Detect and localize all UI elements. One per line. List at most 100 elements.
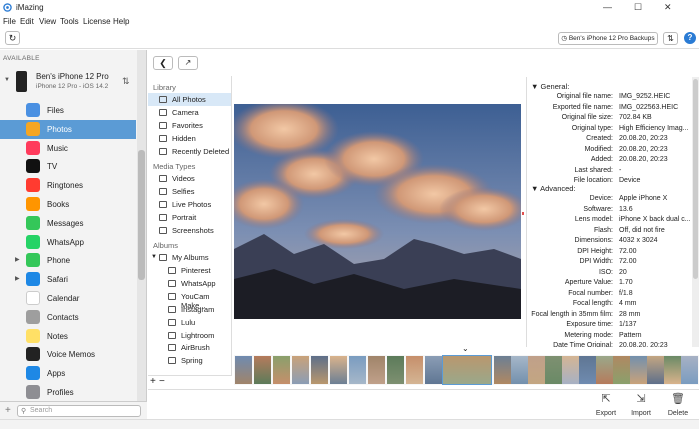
info-key: Metering mode: xyxy=(564,331,613,339)
add-album-icon[interactable]: + xyxy=(150,376,156,387)
library-item-favorites[interactable]: Favorites xyxy=(148,119,231,132)
sidebar-item-apps[interactable]: Apps xyxy=(0,364,136,383)
sidebar-item-notes[interactable]: Notes xyxy=(0,327,136,346)
fullscreen-button[interactable]: ↗ xyxy=(178,56,198,70)
remove-album-icon[interactable]: − xyxy=(159,376,165,387)
media-item-selfies[interactable]: Selfies xyxy=(148,185,231,198)
album-collapse-icon[interactable]: ▼ xyxy=(151,254,157,260)
device-item[interactable]: ▼ Ben's iPhone 12 Pro iPhone 12 Pro - iO… xyxy=(0,67,136,97)
album-item-instagram[interactable]: Instagram xyxy=(148,303,231,316)
media-item-portrait[interactable]: Portrait xyxy=(148,211,231,224)
refresh-button[interactable]: ↻ xyxy=(5,31,20,45)
library-item-hidden[interactable]: Hidden xyxy=(148,132,231,145)
my-albums-item[interactable]: ▼ My Albums xyxy=(148,251,231,264)
photo-thumbnail[interactable] xyxy=(511,356,528,384)
info-scrollbar[interactable] xyxy=(692,77,699,347)
delete-button[interactable]: 🗑 Delete xyxy=(661,392,695,417)
expand-arrow-icon[interactable]: ▶ xyxy=(15,256,20,263)
menu-view[interactable]: View xyxy=(39,17,56,26)
photo-thumbnail[interactable] xyxy=(387,356,404,384)
album-item-whatsapp[interactable]: WhatsApp xyxy=(148,277,231,290)
import-button[interactable]: ⇲ Import xyxy=(624,392,658,417)
photo-thumbnail[interactable] xyxy=(368,356,385,384)
menu-file[interactable]: File xyxy=(3,17,16,26)
photo-thumbnail[interactable] xyxy=(406,356,423,384)
photo-thumbnail[interactable] xyxy=(579,356,596,384)
photo-thumbnail[interactable] xyxy=(425,356,442,384)
scrollbar-thumb[interactable] xyxy=(138,150,145,280)
expand-arrow-icon[interactable]: ▶ xyxy=(15,275,20,282)
profiles-icon xyxy=(26,385,40,399)
photo-thumbnail[interactable] xyxy=(647,356,664,384)
photo-thumbnail[interactable] xyxy=(528,356,545,384)
maximize-icon[interactable]: ☐ xyxy=(634,2,642,13)
library-item-camera[interactable]: Camera xyxy=(148,106,231,119)
sidebar-item-photos[interactable]: Photos xyxy=(0,119,136,139)
back-button[interactable]: ❮ xyxy=(153,56,173,70)
photo-thumbnail[interactable] xyxy=(442,355,492,385)
photo-thumbnail[interactable] xyxy=(311,356,328,384)
help-icon[interactable]: ? xyxy=(684,32,696,44)
menu-license[interactable]: License xyxy=(83,17,111,26)
menu-edit[interactable]: Edit xyxy=(20,17,34,26)
sidebar-scrollbar[interactable] xyxy=(137,50,146,419)
sidebar-item-voice-memos[interactable]: Voice Memos xyxy=(0,345,136,364)
album-item-lightroom[interactable]: Lightroom xyxy=(148,329,231,342)
album-item-pinterest[interactable]: Pinterest xyxy=(148,264,231,277)
photo-thumbnail[interactable] xyxy=(562,356,579,384)
photo-thumbnail[interactable] xyxy=(349,356,366,384)
photo-thumbnail[interactable] xyxy=(613,356,630,384)
photo-thumbnail[interactable] xyxy=(681,356,698,384)
photo-preview[interactable] xyxy=(234,104,521,319)
minimize-icon[interactable]: — xyxy=(603,2,612,12)
info-key: Last shared: xyxy=(574,166,613,174)
photo-thumbnail[interactable] xyxy=(330,356,347,384)
photo-thumbnail[interactable] xyxy=(596,356,613,384)
chevron-down-icon[interactable]: ⌄ xyxy=(462,344,469,353)
collapse-general-icon[interactable]: ▼ xyxy=(531,82,541,91)
photo-thumbnail[interactable] xyxy=(292,356,309,384)
sidebar-item-whatsapp[interactable]: WhatsApp xyxy=(0,233,136,252)
media-item-videos[interactable]: Videos xyxy=(148,172,231,185)
sidebar-item-safari[interactable]: ▶ Safari xyxy=(0,270,136,289)
library-item-all-photos[interactable]: All Photos xyxy=(148,93,231,106)
sidebar-item-files[interactable]: Files xyxy=(0,101,136,120)
thumbnail-strip[interactable] xyxy=(234,355,699,385)
photo-thumbnail[interactable] xyxy=(545,356,562,384)
sidebar-item-messages[interactable]: Messages xyxy=(0,214,136,233)
menu-help[interactable]: Help xyxy=(113,17,129,26)
photo-thumbnail[interactable] xyxy=(235,356,252,384)
album-item-youcam-make[interactable]: YouCam Make... xyxy=(148,290,231,310)
media-item-screenshots[interactable]: Screenshots xyxy=(148,224,231,237)
photo-thumbnail[interactable] xyxy=(664,356,681,384)
sidebar-item-tv[interactable]: TV xyxy=(0,157,136,176)
photo-thumbnail[interactable] xyxy=(273,356,290,384)
close-icon[interactable]: ✕ xyxy=(664,2,672,13)
transfer-button[interactable]: ⇅ xyxy=(663,32,678,45)
selfies-icon xyxy=(159,187,167,195)
media-item-live-photos[interactable]: Live Photos xyxy=(148,198,231,211)
sidebar-item-ringtones[interactable]: Ringtones xyxy=(0,176,136,195)
album-item-airbrush[interactable]: AirBrush xyxy=(148,341,231,354)
sidebar-item-phone[interactable]: ▶ Phone xyxy=(0,251,136,270)
backups-button[interactable]: ◷ Ben's iPhone 12 Pro Backups xyxy=(558,32,658,45)
search-input[interactable]: ⚲ Search xyxy=(17,405,141,417)
export-button[interactable]: ⇱ Export xyxy=(589,392,623,417)
add-icon[interactable]: + xyxy=(5,405,11,416)
sidebar-item-calendar[interactable]: Calendar xyxy=(0,289,136,308)
sidebar-item-profiles[interactable]: Profiles xyxy=(0,383,136,402)
album-item-lulu[interactable]: Lulu xyxy=(148,316,231,329)
photo-thumbnail[interactable] xyxy=(630,356,647,384)
sidebar-item-books[interactable]: Books xyxy=(0,195,136,214)
info-scrollbar-thumb[interactable] xyxy=(693,79,698,279)
photo-thumbnail[interactable] xyxy=(254,356,271,384)
collapse-arrow-icon[interactable]: ▼ xyxy=(4,77,10,83)
collapse-advanced-icon[interactable]: ▼ xyxy=(531,184,540,193)
sidebar-item-music[interactable]: Music xyxy=(0,139,136,158)
library-panel: Library All Photos Camera Favorites Hidden R… xyxy=(148,76,232,389)
album-item-spring[interactable]: Spring xyxy=(148,354,231,367)
photo-thumbnail[interactable] xyxy=(494,356,511,384)
menu-tools[interactable]: Tools xyxy=(60,17,79,26)
sidebar-item-contacts[interactable]: Contacts xyxy=(0,308,136,327)
library-item-recently-deleted[interactable]: Recently Deleted xyxy=(148,145,231,158)
